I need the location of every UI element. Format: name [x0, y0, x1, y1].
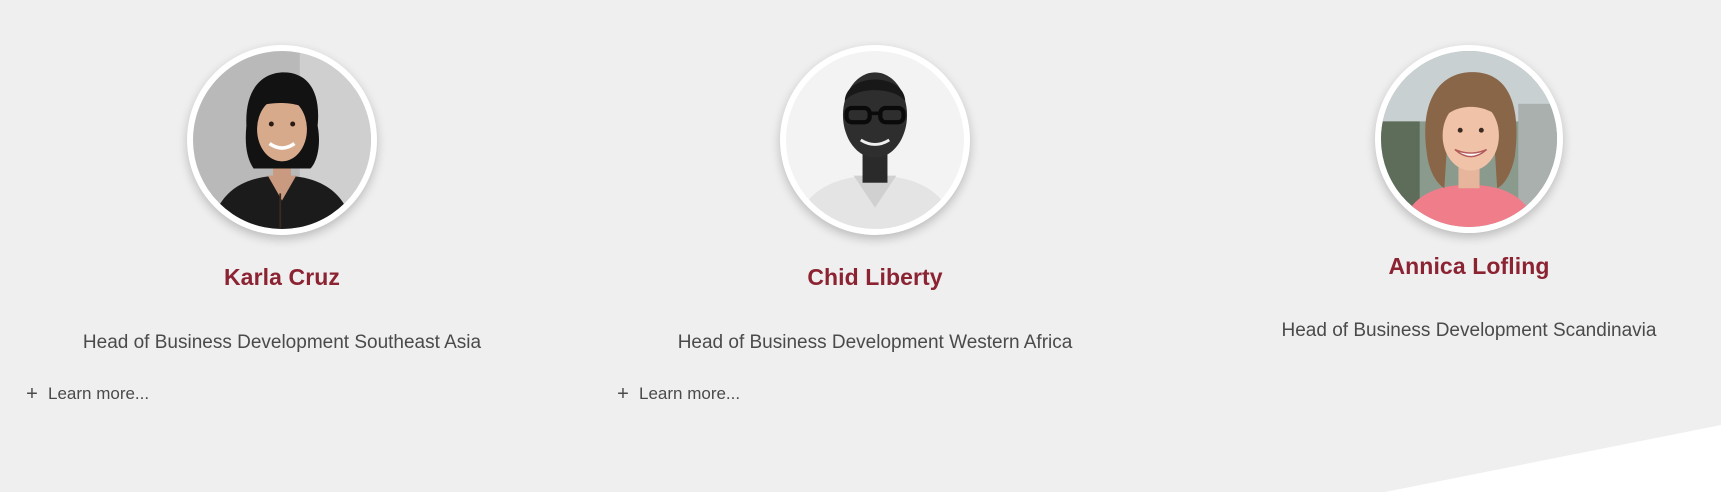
plus-icon: +: [26, 383, 38, 405]
team-member-card: Chid Liberty Head of Business Developmen…: [595, 45, 1155, 404]
team-member-card: Annica Lofling Head of Business Developm…: [1189, 45, 1721, 342]
avatar: [786, 51, 964, 229]
chid-liberty-photo: [786, 51, 964, 229]
member-role: Head of Business Development Southeast A…: [82, 332, 482, 353]
member-name: Karla Cruz: [223, 264, 341, 290]
member-role: Head of Business Development Western Afr…: [677, 332, 1073, 353]
avatar-frame: [1375, 45, 1563, 233]
avatar-frame: [780, 45, 970, 235]
member-name: Annica Lofling: [1388, 253, 1550, 279]
team-section: Karla Cruz Head of Business Development …: [0, 0, 1721, 492]
karla-cruz-photo: [193, 51, 371, 229]
annica-lofling-photo: [1381, 51, 1557, 227]
learn-more-label: Learn more...: [48, 384, 150, 403]
member-name: Chid Liberty: [807, 264, 943, 290]
member-role: Head of Business Development Scandinavia: [1281, 320, 1657, 341]
team-member-card: Karla Cruz Head of Business Development …: [2, 45, 562, 404]
avatar: [193, 51, 371, 229]
avatar: [1381, 51, 1557, 227]
learn-more-label: Learn more...: [639, 384, 741, 403]
learn-more-link[interactable]: + Learn more...: [617, 384, 740, 404]
plus-icon: +: [617, 383, 629, 405]
learn-more-link[interactable]: + Learn more...: [26, 384, 149, 404]
avatar-frame: [187, 45, 377, 235]
